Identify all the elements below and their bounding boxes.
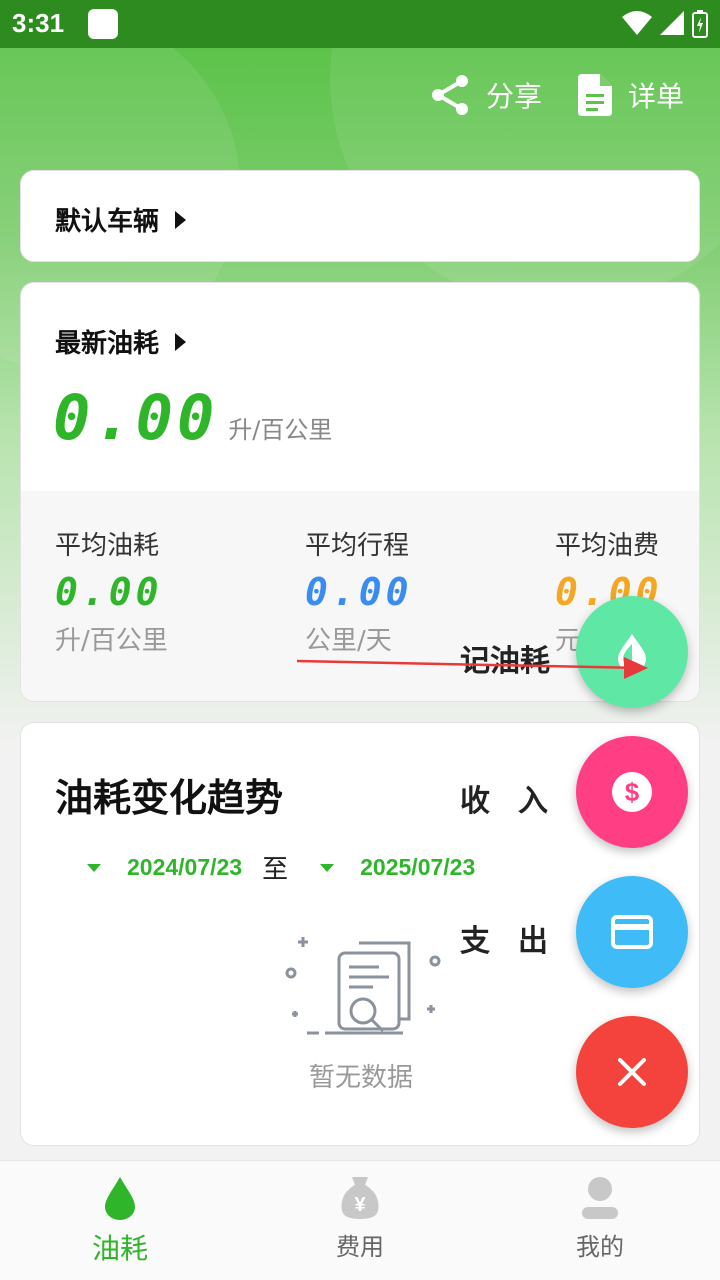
stat-avg-consumption: 平均油耗 0.00 升/百公里 — [55, 525, 168, 657]
latest-header[interactable]: 最新油耗 — [55, 323, 187, 360]
start-date-picker[interactable]: 2024/07/23 — [87, 854, 242, 881]
latest-value-row: 0.00 升/百公里 — [53, 387, 332, 449]
latest-unit: 升/百公里 — [228, 416, 333, 444]
stat-title: 平均行程 — [305, 531, 410, 561]
app-notification-icon — [88, 9, 118, 39]
stat-title: 平均油耗 — [55, 531, 160, 561]
caret-right-icon — [175, 210, 187, 229]
empty-data-icon — [285, 937, 441, 1035]
latest-title: 最新油耗 — [55, 329, 160, 359]
nav-expense[interactable]: ¥ 费用 — [240, 1175, 480, 1262]
close-icon — [618, 1058, 646, 1086]
stat-unit: 升/百公里 — [55, 626, 168, 656]
close-menu-button[interactable] — [576, 1016, 688, 1128]
svg-text:¥: ¥ — [354, 1194, 366, 1216]
record-fuel-label[interactable]: 记油耗 — [460, 636, 550, 680]
stat-title: 平均油费 — [555, 531, 660, 561]
expense-label[interactable]: 支出 — [460, 916, 576, 960]
latest-value: 0.00 — [53, 381, 219, 454]
vehicle-label: 默认车辆 — [55, 207, 160, 237]
share-icon — [431, 75, 468, 115]
battery-icon — [692, 10, 708, 38]
caret-right-icon — [175, 332, 187, 351]
vehicle-selector[interactable]: 默认车辆 — [55, 201, 187, 238]
document-icon — [577, 74, 612, 116]
add-expense-button[interactable] — [576, 876, 688, 988]
fuel-drop-icon — [618, 634, 646, 672]
trend-title: 油耗变化趋势 — [55, 776, 284, 820]
nav-label: 我的 — [576, 1233, 624, 1261]
add-income-button[interactable]: $ — [576, 736, 688, 848]
top-actions: 分享 详单 — [430, 74, 684, 116]
status-bar: 3:31 — [0, 0, 720, 48]
status-icons — [622, 10, 708, 38]
signal-icon — [660, 11, 684, 35]
credit-card-icon — [611, 915, 653, 949]
vehicle-card[interactable]: 默认车辆 — [20, 170, 700, 262]
fuel-drop-icon — [105, 1177, 135, 1220]
dollar-icon: $ — [612, 772, 652, 812]
svg-text:$: $ — [625, 777, 640, 807]
detail-label: 详单 — [627, 80, 684, 113]
wifi-icon — [622, 11, 652, 35]
stat-value: 0.00 — [305, 570, 413, 614]
detail-button[interactable]: 详单 — [577, 74, 684, 116]
income-label[interactable]: 收入 — [460, 776, 576, 820]
bottom-nav: 油耗 ¥ 费用 我的 — [0, 1160, 720, 1280]
caret-down-icon — [320, 863, 335, 872]
date-separator: 至 — [262, 855, 289, 885]
nav-label: 油耗 — [91, 1232, 148, 1265]
stat-unit: 公里/天 — [305, 626, 392, 656]
date-range: 2024/07/23 至 2025/07/23 — [87, 849, 475, 886]
nav-label: 费用 — [336, 1233, 384, 1261]
nav-fuel[interactable]: 油耗 — [0, 1175, 240, 1267]
end-date-picker[interactable]: 2025/07/23 — [320, 854, 475, 881]
stat-avg-distance: 平均行程 0.00 公里/天 — [305, 525, 413, 657]
share-label: 分享 — [485, 80, 542, 113]
status-time: 3:31 — [12, 8, 65, 38]
end-date: 2025/07/23 — [360, 854, 476, 880]
user-icon — [582, 1177, 618, 1219]
record-fuel-button[interactable] — [576, 596, 688, 708]
stat-value: 0.00 — [55, 570, 163, 614]
share-button[interactable]: 分享 — [430, 74, 542, 116]
start-date: 2024/07/23 — [127, 854, 243, 880]
money-bag-icon: ¥ — [341, 1177, 379, 1219]
nav-profile[interactable]: 我的 — [480, 1175, 720, 1262]
caret-down-icon — [87, 863, 101, 872]
